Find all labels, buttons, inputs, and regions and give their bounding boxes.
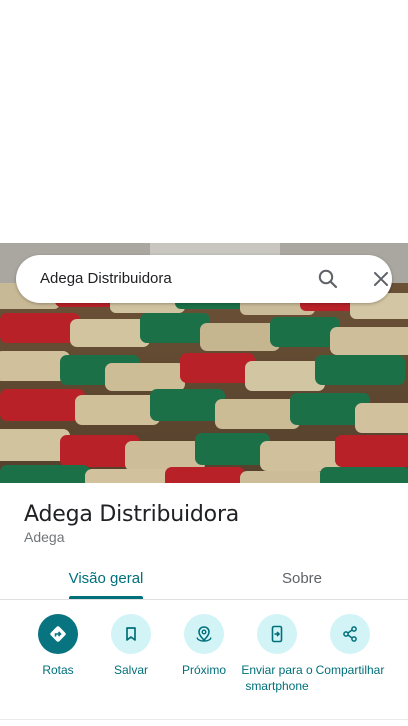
send-to-phone-label: Enviar para o smartphone [241,663,313,693]
tab-overview[interactable]: Visão geral [60,556,152,600]
directions-button[interactable]: Rotas [18,614,98,678]
place-page: Adega Distribuidora Adega Distribuidora … [0,0,408,726]
search-icon[interactable] [316,267,340,291]
nearby-icon [184,614,224,654]
close-icon[interactable] [369,267,393,291]
map-area[interactable] [0,0,408,243]
search-query-text[interactable]: Adega Distribuidora [40,270,172,287]
tab-about[interactable]: Sobre [256,556,348,600]
nearby-button[interactable]: Próximo [164,614,244,678]
share-icon [330,614,370,654]
bookmark-icon [111,614,151,654]
search-bar[interactable]: Adega Distribuidora [16,255,392,303]
directions-label: Rotas [42,663,74,677]
save-button[interactable]: Salvar [91,614,171,678]
tab-bar: Visão geral Sobre [0,556,408,600]
tab-selected-indicator [69,596,143,599]
place-name: Adega Distribuidora [24,502,240,527]
divider [0,719,408,720]
nearby-label: Próximo [181,663,226,677]
share-label: Compartilhar [315,663,385,677]
place-category[interactable]: Adega [24,529,64,545]
share-button[interactable]: Compartilhar [310,614,390,678]
directions-icon [38,614,78,654]
save-label: Salvar [113,663,148,677]
send-to-phone-icon [257,614,297,654]
send-to-phone-button[interactable]: Enviar para o smartphone [237,614,317,694]
